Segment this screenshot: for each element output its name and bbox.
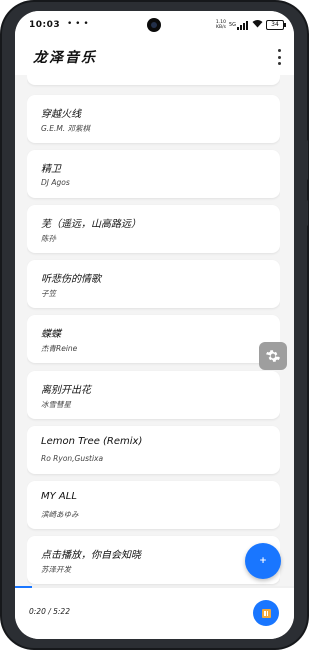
battery-level: 34 xyxy=(271,21,279,28)
song-card[interactable]: 穿越火线 G.E.M. 邓紫棋 xyxy=(27,95,280,143)
song-artist: DJ Agos xyxy=(41,178,70,187)
more-vertical-icon[interactable] xyxy=(276,49,282,65)
song-title: 芜（遥远，山高路远） xyxy=(41,219,141,230)
song-card[interactable]: 听悲伤的情歌 子笠 xyxy=(27,260,280,308)
song-title: 精卫 xyxy=(41,164,61,175)
song-artist: 苏泽开发 xyxy=(41,565,71,574)
settings-button[interactable] xyxy=(259,342,287,370)
phone-screen: 10:03 • • • 1.10 KB/s 5G 34 龙泽音乐 穿越火线 G.… xyxy=(15,11,294,639)
add-button[interactable]: + xyxy=(245,543,281,579)
app-bar: 龙泽音乐 xyxy=(15,39,294,75)
song-card[interactable] xyxy=(27,75,280,85)
notification-dots: • • • xyxy=(67,19,89,29)
plus-icon: + xyxy=(259,556,267,566)
song-title: 离别开出花 xyxy=(41,385,91,396)
song-card[interactable]: 蝶蝶 杰青Reine xyxy=(27,315,280,363)
progress-track[interactable] xyxy=(15,586,294,588)
status-bar: 10:03 • • • 1.10 KB/s 5G 34 xyxy=(15,11,294,39)
network-speed: 1.10 KB/s xyxy=(216,20,226,30)
playback-time: 0:20 / 5:22 xyxy=(29,607,70,616)
wifi-icon xyxy=(252,19,263,31)
song-list[interactable]: 穿越火线 G.E.M. 邓紫棋 精卫 DJ Agos 芜（遥远，山高路远） 陈孙… xyxy=(27,75,280,587)
pause-icon xyxy=(261,608,271,618)
song-artist: 滨崎あゆみ xyxy=(41,510,79,519)
song-card[interactable]: 点击播放，你自会知晓 苏泽开发 xyxy=(27,536,280,584)
song-artist: 冰雪彗星 xyxy=(41,400,71,409)
front-camera xyxy=(147,18,161,32)
status-icons: 1.10 KB/s 5G 34 xyxy=(216,19,286,31)
song-card[interactable]: 离别开出花 冰雪彗星 xyxy=(27,371,280,419)
song-artist: 杰青Reine xyxy=(41,344,78,353)
song-title: 蝶蝶 xyxy=(41,329,61,340)
song-title: MY ALL xyxy=(41,491,77,502)
pause-button[interactable] xyxy=(253,600,279,626)
player-bar: 0:20 / 5:22 xyxy=(15,586,294,639)
network-type: 5G xyxy=(228,22,236,28)
song-title: 听悲伤的情歌 xyxy=(41,274,101,285)
song-artist: Ro Ryon,Gustixa xyxy=(41,454,104,463)
song-title: 点击播放，你自会知晓 xyxy=(41,550,141,561)
power-button xyxy=(305,200,308,226)
status-time: 10:03 xyxy=(29,20,61,30)
song-card[interactable]: Lemon Tree (Remix) Ro Ryon,Gustixa xyxy=(27,426,280,474)
song-title: 穿越火线 xyxy=(41,109,81,120)
progress-fill xyxy=(15,586,33,588)
battery-icon: 34 xyxy=(266,20,286,30)
song-artist: G.E.M. 邓紫棋 xyxy=(41,124,91,133)
song-title: Lemon Tree (Remix) xyxy=(41,436,143,447)
song-card[interactable]: 芜（遥远，山高路远） 陈孙 xyxy=(27,205,280,253)
signal-icon xyxy=(237,20,249,30)
song-artist: 陈孙 xyxy=(41,234,56,243)
volume-button xyxy=(305,140,308,180)
song-card[interactable]: 精卫 DJ Agos xyxy=(27,150,280,198)
app-title: 龙泽音乐 xyxy=(33,50,97,66)
gear-icon xyxy=(266,350,280,362)
song-artist: 子笠 xyxy=(41,289,56,298)
network-speed-unit: KB/s xyxy=(216,25,226,30)
song-card[interactable]: MY ALL 滨崎あゆみ xyxy=(27,481,280,529)
